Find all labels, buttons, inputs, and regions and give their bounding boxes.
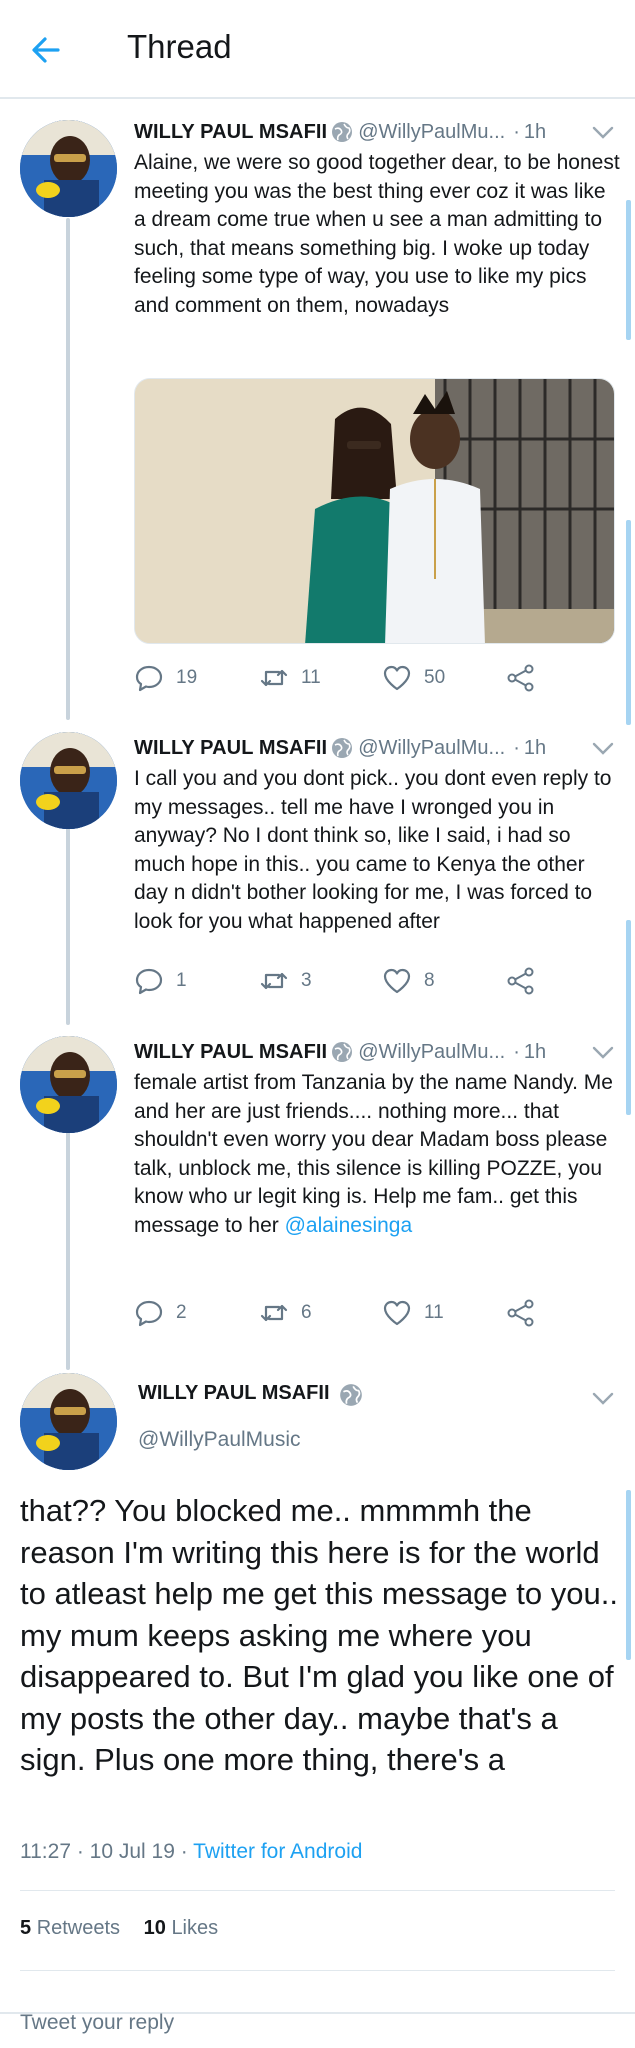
retweet-button[interactable]: 3 xyxy=(259,966,312,996)
tweet-actions: 2 6 11 xyxy=(134,1298,554,1332)
avatar-photo xyxy=(20,1373,117,1470)
retweet-button[interactable]: 6 xyxy=(259,1298,312,1328)
tweet-stats: 5 Retweets 10 Likes xyxy=(20,1917,218,1940)
share-icon xyxy=(507,967,534,995)
tweet-source-link[interactable]: Twitter for Android xyxy=(193,1840,362,1863)
globe-icon xyxy=(332,1042,353,1062)
tweet-header: WILLY PAUL MSAFII @WillyPaulMu... · 1h xyxy=(134,736,547,760)
retweet-count: 3 xyxy=(301,970,312,991)
author-name[interactable]: WILLY PAUL MSAFII xyxy=(134,737,327,760)
author-name[interactable]: WILLY PAUL MSAFII xyxy=(134,121,327,144)
mention-link[interactable]: @alainesinga xyxy=(285,1214,413,1237)
avatar[interactable] xyxy=(20,120,117,217)
globe-icon xyxy=(340,1384,362,1406)
author-handle[interactable]: @WillyPaulMu... xyxy=(358,121,505,144)
likes-label: Likes xyxy=(171,1917,219,1939)
avatar[interactable] xyxy=(20,1036,117,1133)
main-tweet-text: that?? You blocked me.. mmmmh the reason… xyxy=(20,1493,618,1777)
tweet-time: 1h xyxy=(523,120,547,143)
avatar-photo xyxy=(20,120,117,217)
share-icon xyxy=(507,664,534,692)
reply-icon xyxy=(135,665,163,692)
likes-stat[interactable]: 10 Likes xyxy=(144,1917,219,1939)
tweet-text: I call you and you dont pick.. you dont … xyxy=(134,767,612,933)
retweet-count: 11 xyxy=(301,667,321,688)
retweet-count: 6 xyxy=(301,1302,312,1323)
like-button[interactable]: 11 xyxy=(382,1298,444,1328)
like-button[interactable]: 50 xyxy=(382,663,445,693)
reply-button[interactable]: 19 xyxy=(134,663,197,693)
tweet-actions: 19 11 50 xyxy=(134,663,554,697)
tweet-time: 1h xyxy=(523,736,547,759)
reply-icon xyxy=(135,968,163,995)
tweet-meta: 11:27 · 10 Jul 19 · Twitter for Android xyxy=(20,1840,362,1864)
avatar[interactable] xyxy=(20,732,117,829)
reply-icon xyxy=(135,1300,163,1327)
like-count: 11 xyxy=(424,1302,444,1323)
author-handle[interactable]: @WillyPaulMu... xyxy=(358,737,505,760)
retweet-icon xyxy=(260,1304,288,1322)
reply-count: 2 xyxy=(176,1302,187,1323)
reply-input[interactable]: Tweet your reply xyxy=(20,2011,174,2035)
chevron-down-icon[interactable] xyxy=(592,1392,614,1406)
tweet-text-body: female artist from Tanzania by the name … xyxy=(134,1071,613,1237)
share-button[interactable] xyxy=(506,663,536,693)
likes-count: 10 xyxy=(143,1917,166,1939)
scroll-indicator xyxy=(626,1490,631,1660)
share-button[interactable] xyxy=(506,966,536,996)
thread-tweet[interactable]: WILLY PAUL MSAFII @WillyPaulMu... · 1h f… xyxy=(0,1024,635,1364)
heart-icon xyxy=(383,665,411,691)
globe-icon xyxy=(332,122,353,142)
thread-tweet[interactable]: WILLY PAUL MSAFII @WillyPaulMu... · 1h I… xyxy=(0,720,635,1020)
tweet-text: female artist from Tanzania by the name … xyxy=(134,1069,620,1240)
thread-tweet[interactable]: WILLY PAUL MSAFII @WillyPaulMu... · 1h A… xyxy=(0,0,635,720)
chevron-down-icon[interactable] xyxy=(592,1046,614,1060)
retweet-icon xyxy=(260,669,288,687)
main-author-name[interactable]: WILLY PAUL MSAFII xyxy=(138,1382,330,1405)
main-avatar[interactable] xyxy=(20,1373,117,1470)
heart-icon xyxy=(383,968,411,994)
reply-count: 1 xyxy=(176,970,187,991)
chevron-down-icon[interactable] xyxy=(592,742,614,756)
reply-button[interactable]: 1 xyxy=(134,966,187,996)
share-icon xyxy=(507,1299,534,1327)
tweet-time: 1h xyxy=(523,1040,547,1063)
avatar-photo xyxy=(20,732,117,829)
globe-icon xyxy=(332,738,353,758)
main-author-handle[interactable]: @WillyPaulMusic xyxy=(138,1428,301,1452)
share-button[interactable] xyxy=(506,1298,536,1328)
like-count: 8 xyxy=(424,970,435,991)
retweet-icon xyxy=(260,972,288,990)
divider xyxy=(20,1890,615,1891)
reply-button[interactable]: 2 xyxy=(134,1298,187,1328)
chevron-down-icon[interactable] xyxy=(592,126,614,140)
retweets-count: 5 xyxy=(20,1917,32,1939)
heart-icon xyxy=(383,1300,411,1326)
retweet-button[interactable]: 11 xyxy=(259,663,321,693)
photo-image xyxy=(135,379,614,643)
divider xyxy=(20,1970,615,1971)
tweet-text: Alaine, we were so good together dear, t… xyxy=(134,151,620,317)
author-handle[interactable]: @WillyPaulMu... xyxy=(358,1041,505,1064)
tweet-actions: 1 3 8 xyxy=(134,966,554,1000)
like-button[interactable]: 8 xyxy=(382,966,435,996)
avatar-photo xyxy=(20,1036,117,1133)
reply-count: 19 xyxy=(176,667,198,688)
tweet-photo[interactable] xyxy=(134,378,615,644)
tweet-header: WILLY PAUL MSAFII @WillyPaulMu... · 1h xyxy=(134,1040,547,1064)
retweets-label: Retweets xyxy=(36,1917,121,1939)
like-count: 50 xyxy=(424,667,446,688)
retweets-stat[interactable]: 5 Retweets xyxy=(20,1917,120,1939)
tweet-header: WILLY PAUL MSAFII @WillyPaulMu... · 1h xyxy=(134,120,547,144)
tweet-timestamp: 11:27 · 10 Jul 19 · xyxy=(20,1840,194,1863)
author-name[interactable]: WILLY PAUL MSAFII xyxy=(134,1041,327,1064)
